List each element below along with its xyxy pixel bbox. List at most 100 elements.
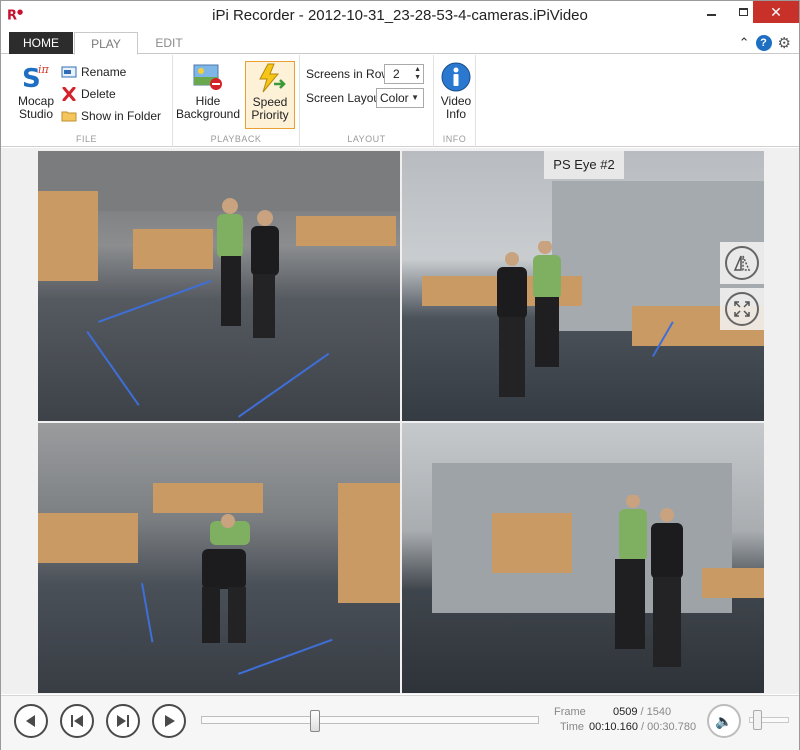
step-forward-button[interactable] bbox=[106, 704, 140, 738]
office-cabinet bbox=[38, 191, 98, 281]
camera-view-3[interactable] bbox=[38, 423, 400, 693]
tab-home[interactable]: HOME bbox=[9, 32, 73, 54]
close-icon: ✕ bbox=[770, 3, 782, 20]
office-cabinet bbox=[338, 483, 400, 603]
camera-view-1[interactable] bbox=[38, 151, 400, 421]
ribbon-tools: ⌃ ? ⚙ bbox=[739, 34, 791, 52]
prev-icon bbox=[26, 715, 35, 727]
step-back-icon bbox=[71, 715, 83, 727]
frame-current: 0509 bbox=[613, 706, 638, 718]
flip-view-button[interactable] bbox=[720, 242, 764, 284]
camera-name-label: PS Eye #2 bbox=[544, 151, 624, 179]
floor-marker-line bbox=[141, 583, 154, 643]
screen-layout-row: Screen Layout bbox=[306, 88, 383, 108]
seek-slider-thumb[interactable] bbox=[310, 710, 320, 732]
expand-icon bbox=[725, 292, 759, 326]
stepper-arrows-icon[interactable]: ▲ ▼ bbox=[414, 66, 421, 82]
step-forward-icon bbox=[117, 715, 129, 727]
window-title: iPi Recorder - 2012-10-31_23-28-53-4-cam… bbox=[212, 7, 588, 24]
group-label-layout: LAYOUT bbox=[347, 134, 386, 144]
minimize-button[interactable] bbox=[695, 1, 727, 23]
maximize-icon bbox=[738, 8, 748, 16]
delete-x-icon bbox=[62, 87, 76, 101]
office-desk bbox=[153, 483, 263, 513]
title-bar[interactable]: R● iPi Recorder - 2012-10-31_23-28-53-4-… bbox=[1, 1, 799, 31]
ribbon-tab-bar: HOME PLAY EDIT ⌃ ? ⚙ bbox=[1, 32, 799, 55]
office-desk bbox=[133, 229, 213, 269]
show-in-folder-button[interactable]: Show in Folder bbox=[61, 107, 161, 125]
group-label-file: FILE bbox=[75, 134, 97, 144]
rename-button[interactable]: Rename bbox=[61, 63, 126, 81]
fullscreen-button[interactable] bbox=[720, 288, 764, 330]
speed-priority-label-2: Priority bbox=[251, 108, 289, 122]
group-label-playback: PLAYBACK bbox=[210, 134, 262, 144]
screen-layout-value: Color bbox=[380, 91, 409, 105]
step-back-button[interactable] bbox=[60, 704, 94, 738]
hide-background-label-2: Background bbox=[175, 107, 241, 121]
frame-label: Frame bbox=[554, 706, 586, 718]
speed-priority-button[interactable]: Speed Priority bbox=[245, 61, 295, 129]
actor-figures bbox=[202, 514, 250, 643]
frame-total: 1540 bbox=[646, 706, 672, 718]
play-icon bbox=[165, 715, 175, 727]
delete-button[interactable]: Delete bbox=[61, 85, 116, 103]
screens-in-row-row: Screens in Row bbox=[306, 64, 390, 84]
show-in-folder-label: Show in Folder bbox=[81, 109, 162, 123]
svg-text:iπ: iπ bbox=[38, 63, 50, 76]
time-total: 00:30.780 bbox=[647, 721, 697, 733]
folder-icon bbox=[61, 111, 77, 122]
video-area: PS Eye #2 bbox=[1, 148, 799, 694]
volume-slider-thumb[interactable] bbox=[753, 710, 762, 730]
video-info-label-2: Info bbox=[445, 107, 466, 121]
screens-in-row-stepper[interactable]: 2 ▲ ▼ bbox=[384, 64, 424, 84]
floor-marker-line bbox=[238, 352, 330, 418]
gear-icon[interactable]: ⚙ bbox=[778, 34, 791, 52]
tab-play[interactable]: PLAY bbox=[74, 32, 138, 55]
rename-label: Rename bbox=[81, 65, 127, 79]
speaker-icon: 🔈 bbox=[715, 712, 733, 729]
ribbon-group-layout: Screens in Row 2 ▲ ▼ Screen Layout Color … bbox=[300, 55, 434, 147]
hide-background-button[interactable]: Hide Background bbox=[175, 61, 241, 121]
office-desk bbox=[296, 216, 396, 246]
camera-view-2[interactable] bbox=[402, 151, 764, 421]
go-to-start-button[interactable] bbox=[14, 704, 48, 738]
ribbon-group-file: S iπ Mocap Studio Rename Delete Show in … bbox=[1, 55, 173, 147]
office-desk bbox=[38, 513, 138, 563]
mocap-studio-label-2: Studio bbox=[18, 107, 54, 121]
app-window: R● iPi Recorder - 2012-10-31_23-28-53-4-… bbox=[0, 0, 800, 750]
volume-button[interactable]: 🔈 bbox=[707, 704, 741, 738]
ribbon-group-info: Video Info INFO bbox=[434, 55, 476, 147]
tab-edit[interactable]: EDIT bbox=[139, 32, 199, 54]
actor-figures bbox=[497, 241, 561, 397]
screen-layout-select[interactable]: Color ▼ bbox=[376, 88, 424, 108]
ribbon: S iπ Mocap Studio Rename Delete Show in … bbox=[1, 55, 799, 147]
minimize-icon bbox=[706, 14, 716, 16]
mocap-studio-button[interactable]: S iπ Mocap Studio bbox=[11, 61, 61, 121]
video-info-button[interactable]: Video Info bbox=[436, 61, 476, 121]
group-label-info: INFO bbox=[442, 134, 467, 144]
ribbon-group-playback: Hide Background Speed Priority PLAYBACK bbox=[173, 55, 300, 147]
collapse-ribbon-chevron-up-icon[interactable]: ⌃ bbox=[739, 35, 750, 51]
delete-label: Delete bbox=[81, 87, 116, 101]
screen-layout-label: Screen Layout bbox=[306, 91, 384, 105]
help-icon[interactable]: ? bbox=[755, 35, 772, 51]
camera-view-4[interactable] bbox=[402, 423, 764, 693]
office-desk bbox=[702, 568, 764, 598]
close-button[interactable]: ✕ bbox=[753, 1, 799, 23]
screens-in-row-label: Screens in Row bbox=[306, 67, 391, 81]
play-button[interactable] bbox=[152, 704, 186, 738]
mocap-studio-icon: S iπ bbox=[20, 61, 52, 93]
hide-background-icon bbox=[192, 61, 224, 93]
flip-icon bbox=[725, 246, 759, 280]
time-label: Time bbox=[560, 721, 585, 733]
rename-icon bbox=[61, 66, 77, 78]
playback-controls: Frame 0509 / 1540 Time 00:10.160 / 00:30… bbox=[1, 695, 799, 750]
volume-slider[interactable] bbox=[749, 710, 789, 730]
chevron-down-icon: ▼ bbox=[411, 93, 419, 102]
floor-marker-line bbox=[86, 331, 140, 406]
actor-figures bbox=[615, 495, 683, 667]
floor-marker-line bbox=[98, 279, 212, 323]
seek-slider[interactable] bbox=[201, 710, 539, 732]
info-icon bbox=[440, 61, 472, 93]
lightning-icon bbox=[254, 62, 286, 94]
